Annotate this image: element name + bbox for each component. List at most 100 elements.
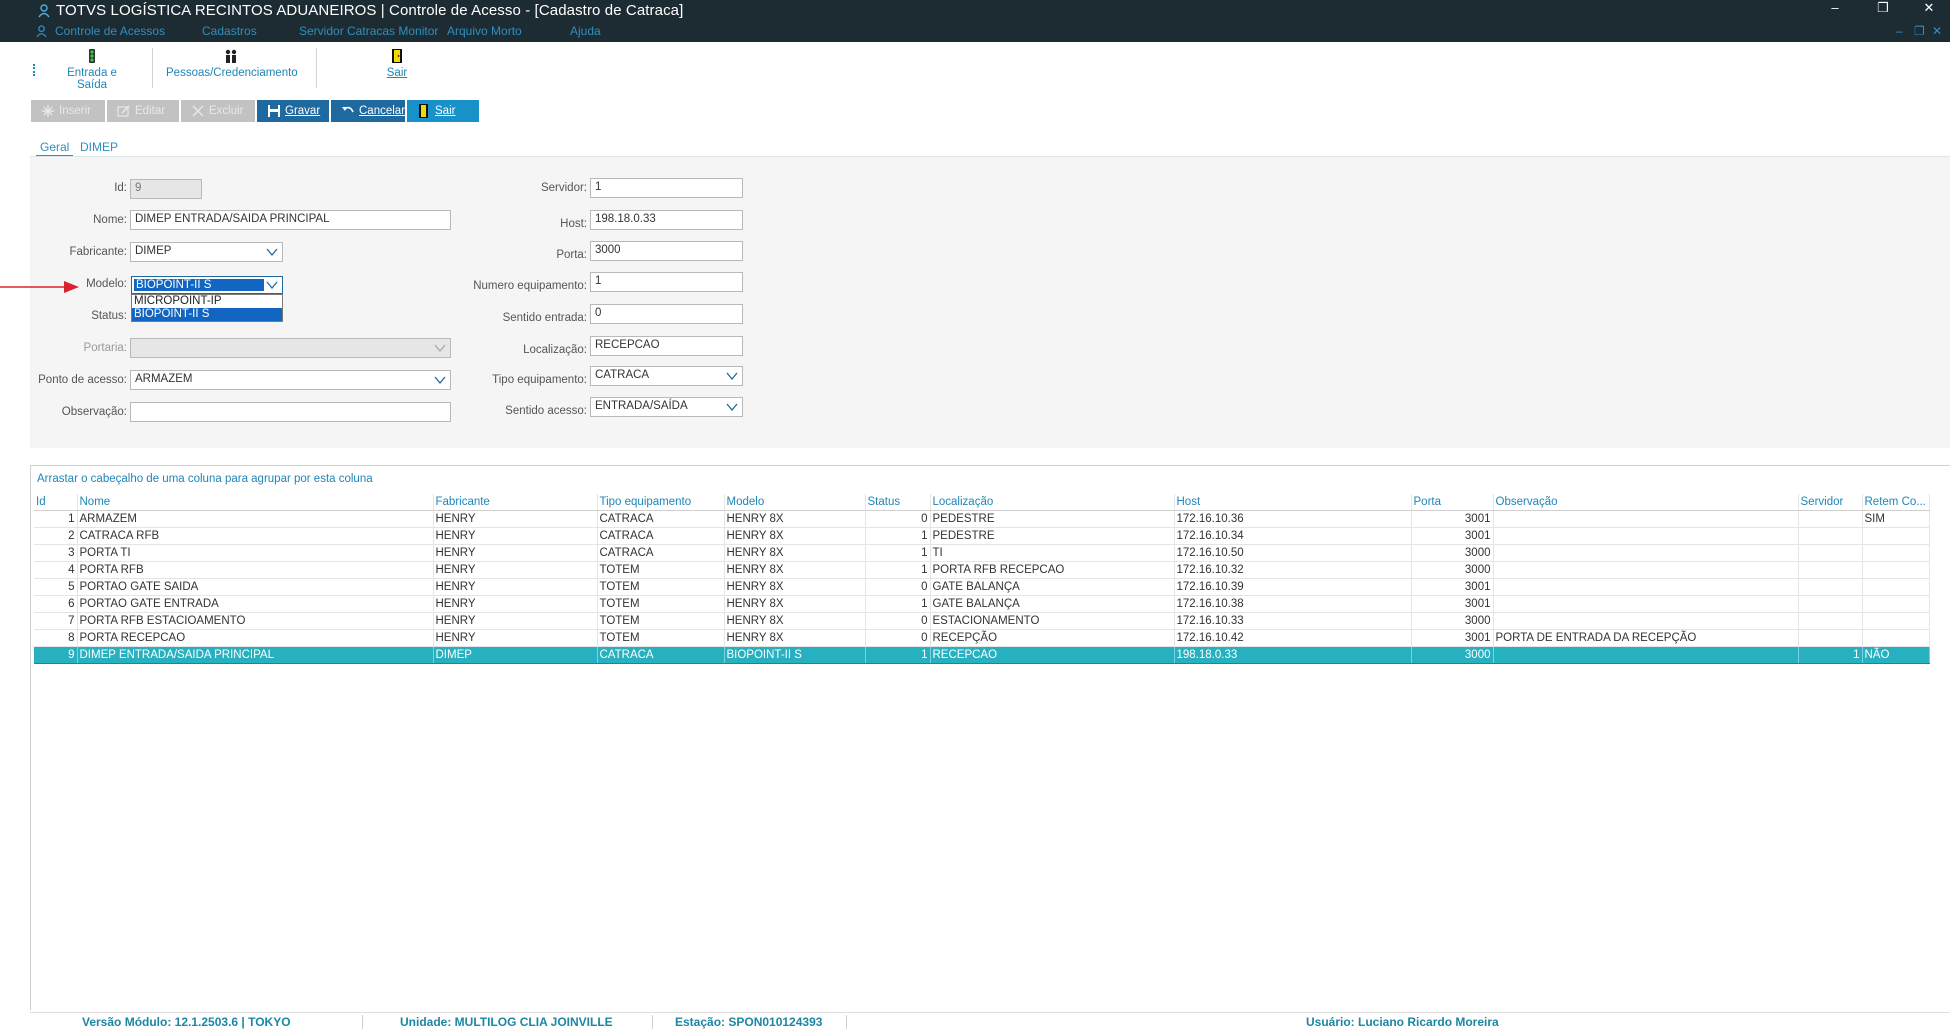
pessoas-credenciamento-button[interactable]: Pessoas/Credenciamento [166,44,298,79]
toolbar-label: Sair [386,67,408,79]
table-row[interactable]: 8 PORTA RECEPCAO HENRY TOTEM HENRY 8X 0 RECEPÇ… [34,629,1930,647]
table-cell: HENRY 8X [724,595,866,613]
table-cell: PORTA RFB RECEPCAO [930,561,1175,579]
chevron-down-icon [726,403,738,412]
column-header[interactable]: Host [1174,494,1412,511]
column-header[interactable]: Servidor [1798,494,1863,511]
column-header[interactable]: Observação [1493,494,1799,511]
numero-equipamento-field[interactable]: 1 [590,272,743,292]
mdi-close-button[interactable]: ✕ [1932,24,1942,38]
portaria-label: Portaria: [83,342,127,354]
restore-button[interactable]: ❐ [1866,0,1900,20]
localizacao-field[interactable]: RECEPCAO [590,336,743,356]
main-toolbar: Entrada e Saída Pessoas/Credenciamento S… [30,44,1930,91]
chevron-down-icon [726,372,738,381]
column-header[interactable]: Id [34,494,78,511]
column-header[interactable]: Porta [1411,494,1494,511]
fabricante-select[interactable]: DIMEP [130,242,283,262]
mdi-restore-button[interactable]: ❐ [1914,24,1925,38]
inserir-button[interactable]: Inserir [31,100,105,122]
sentido-acesso-select[interactable]: ENTRADA/SAÍDA [590,397,743,417]
column-header[interactable]: Retem Co... [1862,494,1930,511]
menu-cadastros[interactable]: Cadastros [202,24,257,38]
minimize-button[interactable]: – [1818,0,1852,20]
table-cell: 5 [34,578,78,596]
modelo-option-biopoint[interactable]: BIOPOINT-II S [132,308,282,321]
people-icon [225,49,237,63]
table-cell: 1 [865,645,931,664]
table-cell: HENRY [433,595,598,613]
tab-dimep[interactable]: DIMEP [76,139,122,155]
modelo-select[interactable]: BIOPOINT-II S [131,276,283,294]
table-cell: HENRY 8X [724,629,866,647]
column-header[interactable]: Nome [77,494,434,511]
cancelar-button[interactable]: Cancelar [331,100,405,122]
button-label: Inserir [59,105,91,117]
table-cell [1862,629,1930,647]
portaria-select [130,338,451,358]
table-cell: CATRACA [597,510,725,528]
table-cell: TI [930,544,1175,562]
toolbar-separator [152,48,153,88]
table-cell [1493,595,1799,613]
table-row[interactable]: 9 DIMEP ENTRADA/SAIDA PRINCIPAL DIMEP CATRA… [34,645,1930,664]
mdi-minimize-button[interactable]: – [1896,24,1903,38]
column-header[interactable]: Fabricante [433,494,598,511]
ponto-acesso-select[interactable]: ARMAZEM [130,370,451,390]
table-cell: HENRY 8X [724,510,866,528]
observacao-field[interactable] [130,402,451,422]
button-label: Editar [135,105,166,117]
column-header[interactable]: Tipo equipamento [597,494,725,511]
button-label: Excluir [209,105,244,117]
table-row[interactable]: 3 PORTA TI HENRY CATRACA HENRY 8X 1 TI 172.16.1… [34,544,1930,562]
table-cell: TOTEM [597,629,725,647]
menu-servidor-catracas[interactable]: Servidor Catracas Monitor [299,24,438,38]
table-cell: 3001 [1411,510,1494,528]
entrada-saida-button[interactable]: Entrada e Saída [52,44,132,91]
table-row[interactable]: 7 PORTA RFB ESTACIOAMENTO HENRY TOTEM HENRY … [34,612,1930,630]
sair-button[interactable]: Sair [407,100,479,122]
tipo-equipamento-select[interactable]: CATRACA [590,366,743,386]
table-cell: GATE BALANÇA [930,578,1175,596]
save-icon [268,105,280,117]
nome-field[interactable]: DIMEP ENTRADA/SAIDA PRINCIPAL [130,210,451,230]
column-header[interactable]: Localização [930,494,1175,511]
table-row[interactable]: 2 CATRACA RFB HENRY CATRACA HENRY 8X 1 PEDESTR… [34,527,1930,545]
sentido-entrada-field[interactable]: 0 [590,304,743,324]
modelo-option-micropoint[interactable]: MICROPOINT-IP [132,295,282,308]
toolbar-label: Entrada e Saída [67,67,117,91]
table-cell: 1 [34,510,78,528]
column-header[interactable]: Status [865,494,931,511]
editar-button[interactable]: Editar [107,100,179,122]
tab-geral[interactable]: Geral [36,139,74,157]
menu-arquivo-morto[interactable]: Arquivo Morto [447,24,522,38]
close-button[interactable]: ✕ [1912,0,1946,20]
table-cell: HENRY 8X [724,561,866,579]
table-row[interactable]: 4 PORTA RFB HENRY TOTEM HENRY 8X 1 PORTA RFB R… [34,561,1930,579]
table-cell: PEDESTRE [930,510,1175,528]
table-cell: 3 [34,544,78,562]
menu-ajuda[interactable]: Ajuda [570,24,601,38]
estacao: Estação: SPON010124393 [675,1015,823,1029]
table-row[interactable]: 1 ARMAZEM HENRY CATRACA HENRY 8X 0 PEDESTRE 172… [34,510,1930,528]
gravar-button[interactable]: Gravar [257,100,329,122]
sair-toolbar-button[interactable]: Sair [372,44,422,79]
table-cell: 3001 [1411,527,1494,545]
table-cell: ARMAZEM [77,510,434,528]
host-field[interactable]: 198.18.0.33 [590,210,743,230]
table-cell: CATRACA RFB [77,527,434,545]
table-cell: HENRY [433,510,598,528]
title-bar: TOTVS LOGÍSTICA RECINTOS ADUANEIROS | Co… [0,0,1950,42]
traffic-light-icon [89,49,95,63]
table-row[interactable]: 6 PORTAO GATE ENTRADA HENRY TOTEM HENRY 8X 1 G… [34,595,1930,613]
porta-field[interactable]: 3000 [590,241,743,261]
toolbar-grip[interactable] [33,64,35,76]
catracas-grid-panel: Arrastar o cabeçalho de uma coluna para … [30,465,1950,1010]
group-by-hint: Arrastar o cabeçalho de uma coluna para … [37,473,373,485]
table-row[interactable]: 5 PORTAO GATE SAIDA HENRY TOTEM HENRY 8X 0 GAT… [34,578,1930,596]
servidor-field[interactable]: 1 [590,178,743,198]
column-header[interactable]: Modelo [724,494,866,511]
nome-label: Nome: [93,214,127,226]
menu-controle-acessos[interactable]: Controle de Acessos [55,24,165,38]
excluir-button[interactable]: Excluir [181,100,255,122]
